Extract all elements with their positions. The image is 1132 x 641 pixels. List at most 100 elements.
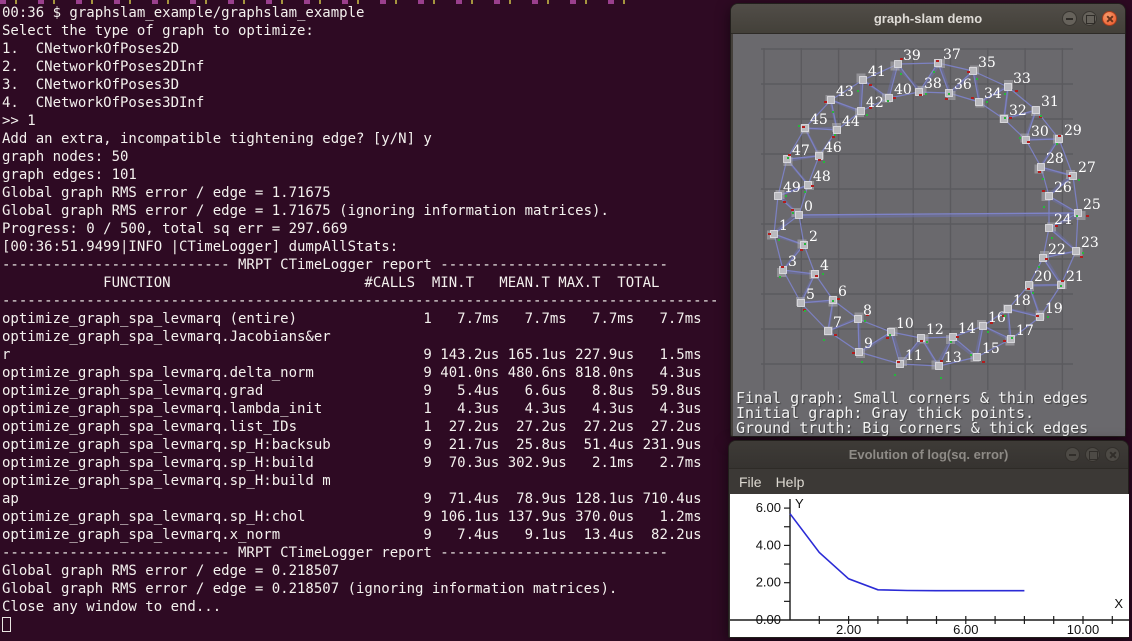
green-marker	[787, 157, 789, 159]
graph-node-label: 49	[783, 180, 801, 196]
graph-node-label: 38	[924, 76, 942, 92]
red-marker	[1058, 135, 1061, 137]
graph-node	[1038, 164, 1045, 171]
x-axis-label: X	[1114, 596, 1123, 611]
green-marker	[778, 239, 780, 241]
graph-node	[856, 349, 863, 356]
green-marker	[887, 100, 889, 102]
green-marker	[857, 90, 859, 92]
terminal-line: --------------------------- MRPT CTimeLo…	[2, 256, 728, 274]
green-marker	[950, 341, 952, 343]
red-marker	[886, 337, 889, 339]
graph-node-label: 36	[954, 77, 972, 93]
red-marker	[834, 334, 837, 336]
y-tick-label: 0.00	[756, 612, 781, 627]
green-marker	[792, 212, 794, 214]
green-marker	[976, 78, 978, 80]
green-marker	[1032, 292, 1034, 294]
red-marker	[869, 84, 872, 86]
graph-node-label: 45	[810, 112, 828, 128]
terminal-line: 1. CNetworkOfPoses2D	[2, 40, 728, 58]
green-marker	[866, 114, 868, 116]
graph-window-titlebar[interactable]: graph-slam demo	[731, 4, 1125, 34]
graph-node	[855, 316, 862, 323]
graph-node-label: 8	[863, 303, 872, 319]
graph-node-label: 2	[809, 229, 818, 245]
green-marker	[1040, 115, 1042, 117]
terminal-line: Global graph RMS error / edge = 1.71675 …	[2, 202, 728, 220]
terminal-line: FUNCTION #CALLS MIN.T MEAN.T MAX.T TOTAL	[2, 274, 728, 292]
green-marker	[1042, 178, 1044, 180]
terminal-line: optimize_graph_spa_levmarq.Jacobians&er	[2, 328, 728, 346]
graph-node-label: 46	[824, 140, 842, 156]
red-marker	[1015, 90, 1018, 92]
graph-node	[798, 300, 805, 307]
graph-node-label: 44	[842, 114, 860, 130]
graph-node	[1033, 107, 1040, 114]
green-marker	[832, 111, 834, 113]
terminal-line: optimize_graph_spa_levmarq.list_IDs 1 27…	[2, 418, 728, 436]
graph-node	[828, 97, 835, 104]
graph-node-label: 37	[943, 47, 961, 63]
close-button[interactable]	[1102, 11, 1117, 26]
green-marker	[1082, 252, 1084, 254]
terminal-cursor	[2, 617, 11, 632]
graph-node-label: 6	[838, 284, 847, 300]
graph-node	[825, 328, 832, 335]
terminal-output: 00:36 $ graphslam_example/graphslam_exam…	[2, 4, 728, 616]
error-curve	[790, 514, 1024, 591]
green-marker	[1060, 285, 1062, 287]
plot-window-titlebar[interactable]: Evolution of log(sq. error)	[729, 441, 1128, 469]
red-marker	[919, 94, 922, 96]
graph-node-label: 14	[958, 321, 976, 337]
graph-node-label: 21	[1066, 269, 1084, 285]
graph-node	[1005, 84, 1012, 91]
plot-area[interactable]: 2.006.0010.000.002.004.006.00YX	[730, 494, 1129, 637]
minimize-button[interactable]	[1065, 447, 1080, 462]
green-marker	[948, 93, 950, 95]
graph-node-label: 0	[804, 199, 813, 215]
graph-3d-viewport[interactable]: 0123456789101112131415161718192021222324…	[733, 34, 1125, 436]
red-marker	[852, 352, 855, 354]
red-marker	[967, 71, 970, 73]
green-marker	[926, 341, 928, 343]
minimize-button[interactable]	[1062, 11, 1077, 26]
terminal-line: optimize_graph_spa_levmarq.lambda_init 1…	[2, 400, 728, 418]
graph-node	[1005, 306, 1012, 313]
green-marker	[925, 93, 927, 95]
red-marker	[818, 159, 821, 161]
terminal-line: 00:36 $ graphslam_example/graphslam_exam…	[2, 4, 728, 22]
graph-render: 0123456789101112131415161718192021222324…	[733, 34, 1125, 436]
graph-node	[1046, 193, 1053, 200]
green-marker	[1011, 337, 1013, 339]
terminal-line: ----------------------------------------…	[2, 292, 728, 310]
x-tick-label: 6.00	[953, 622, 978, 637]
green-marker	[900, 73, 902, 75]
menu-item-file[interactable]: File	[739, 474, 762, 490]
graph-node-label: 27	[1078, 160, 1096, 176]
green-marker	[940, 377, 942, 379]
terminal-line: graph nodes: 50	[2, 148, 728, 166]
red-marker	[1027, 141, 1030, 143]
terminal-line: r 9 143.2us 165.1us 227.9us 1.5ms	[2, 346, 728, 364]
graph-node-label: 39	[903, 48, 921, 64]
graph-node	[860, 77, 867, 84]
maximize-button[interactable]	[1082, 11, 1097, 26]
graph-node-label: 9	[864, 336, 873, 352]
terminal-line: Add an extra, incompatible tightening ed…	[2, 130, 728, 148]
graph-node	[805, 182, 812, 189]
terminal-line: optimize_graph_spa_levmarq.sp_H:build m	[2, 472, 728, 490]
menu-item-help[interactable]: Help	[776, 474, 805, 490]
terminal[interactable]: 00:36 $ graphslam_example/graphslam_exam…	[0, 0, 730, 641]
y-tick-label: 6.00	[756, 500, 781, 515]
y-axis-label: Y	[795, 496, 804, 511]
graph-node-label: 12	[926, 322, 944, 338]
terminal-line: optimize_graph_spa_levmarq.sp_H:backsub …	[2, 436, 728, 454]
graph-node-label: 47	[792, 143, 810, 159]
graph-node-label: 43	[836, 84, 854, 100]
red-marker	[920, 340, 923, 342]
close-button[interactable]	[1105, 447, 1120, 462]
green-marker	[834, 134, 836, 136]
red-marker	[982, 361, 985, 363]
maximize-button[interactable]	[1085, 447, 1100, 462]
